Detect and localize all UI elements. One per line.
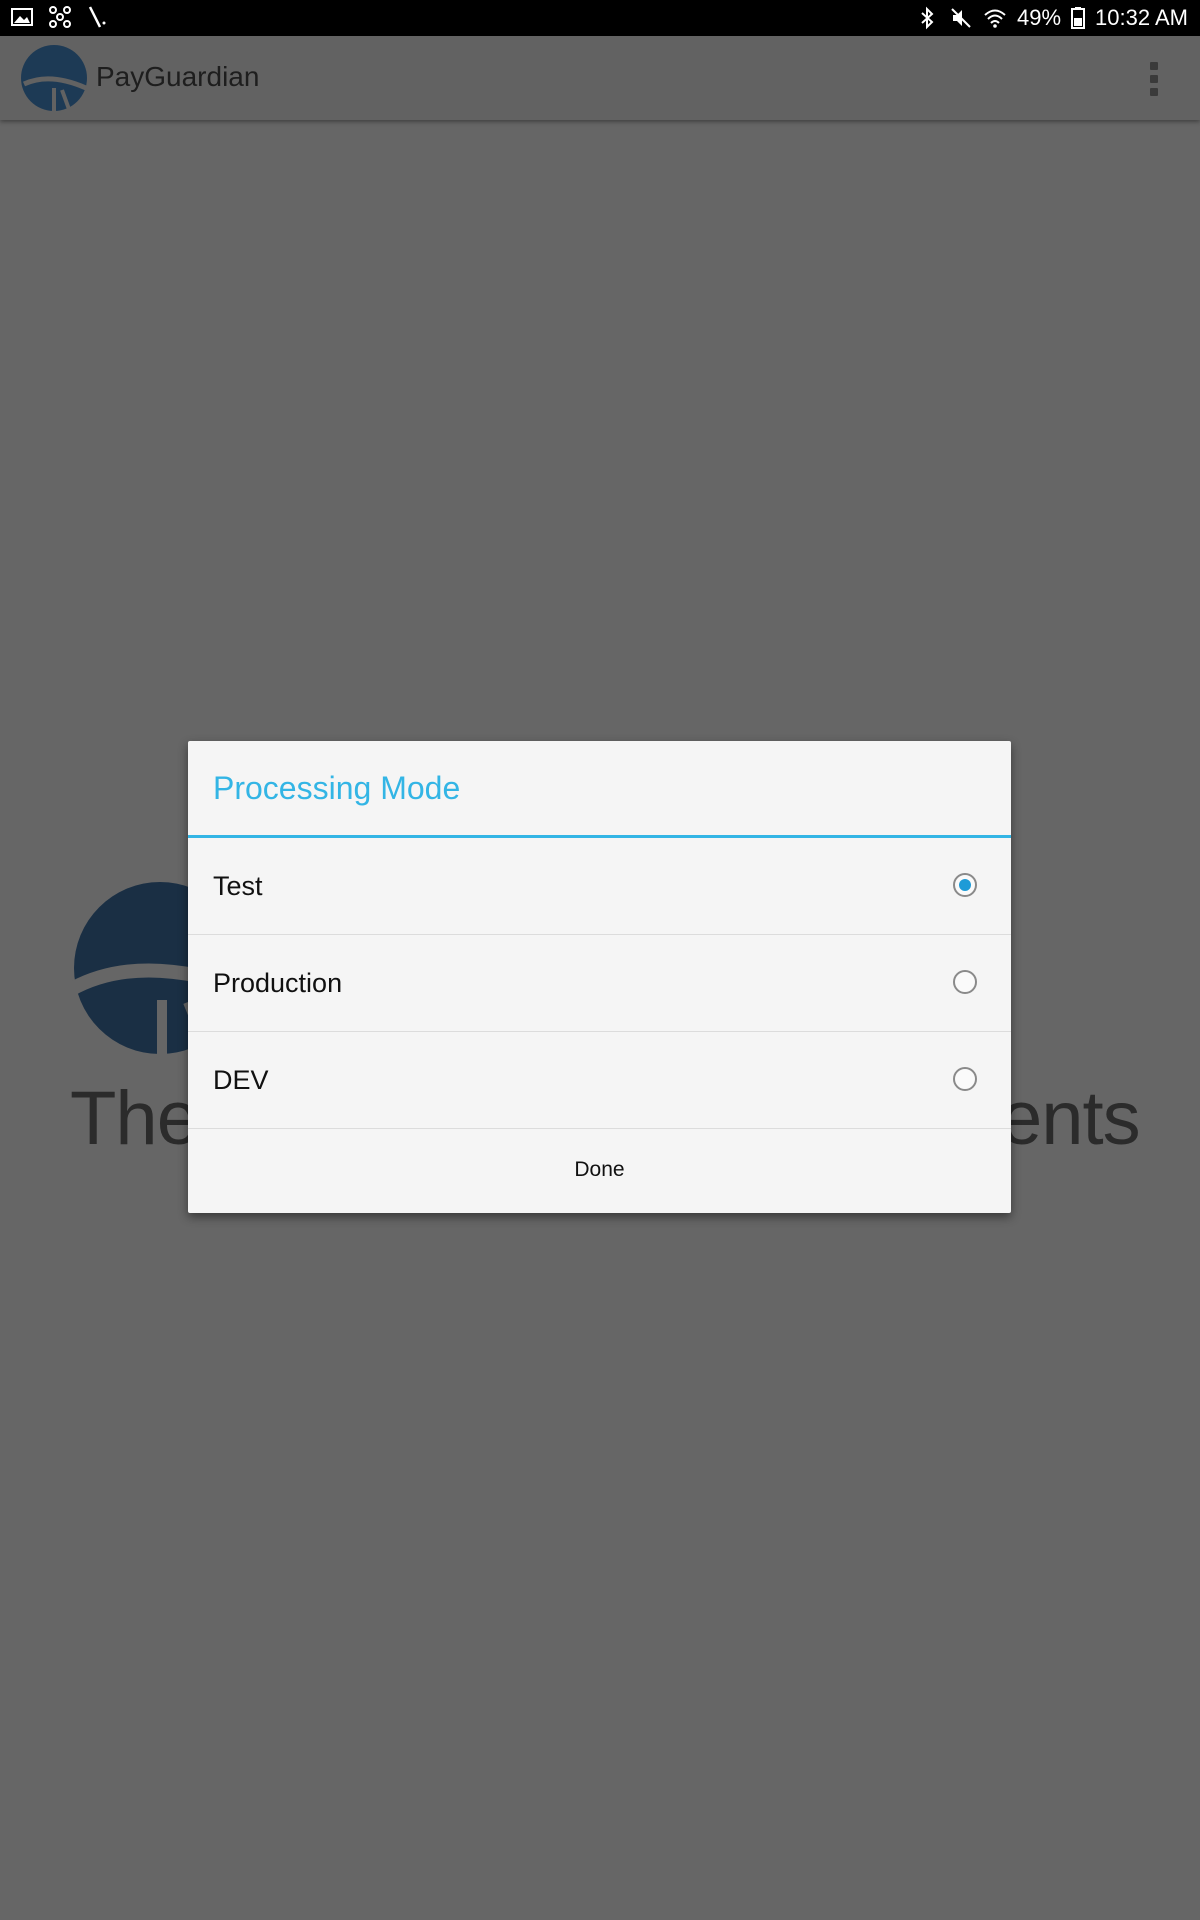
gallery-icon xyxy=(10,5,34,29)
clock: 10:32 AM xyxy=(1095,5,1188,30)
app-bar: PayGuardian xyxy=(0,36,1200,120)
overflow-menu-icon[interactable] xyxy=(1148,62,1160,96)
option-production[interactable]: Production xyxy=(188,935,1011,1032)
option-label: DEV xyxy=(213,1064,269,1095)
app-title: PayGuardian xyxy=(96,61,260,92)
radio-production[interactable] xyxy=(953,970,977,994)
option-dev[interactable]: DEV xyxy=(188,1032,1011,1129)
tool-icon xyxy=(86,5,110,29)
option-label: Test xyxy=(213,870,263,901)
mute-icon xyxy=(949,6,973,30)
brand-tagline-left: The xyxy=(70,1076,199,1161)
option-test[interactable]: Test xyxy=(188,838,1011,935)
dialog-title: Processing Mode xyxy=(188,741,1011,838)
status-bar: 49% 10:32 AM xyxy=(0,0,1200,36)
radio-dev[interactable] xyxy=(953,1067,977,1091)
battery-icon xyxy=(1071,6,1086,30)
wifi-icon xyxy=(983,6,1007,30)
payguardian-logo-icon xyxy=(20,44,88,113)
brand-tagline-right: ents xyxy=(1000,1076,1141,1161)
option-label: Production xyxy=(213,967,343,998)
radio-test[interactable] xyxy=(953,873,977,897)
pinwheel-icon xyxy=(48,5,72,29)
bluetooth-icon xyxy=(915,6,939,30)
battery-percent: 49% xyxy=(1017,5,1062,30)
processing-mode-dialog: Processing Mode Test Production DEV Done xyxy=(188,741,1011,1213)
done-button[interactable]: Done xyxy=(188,1129,1011,1210)
